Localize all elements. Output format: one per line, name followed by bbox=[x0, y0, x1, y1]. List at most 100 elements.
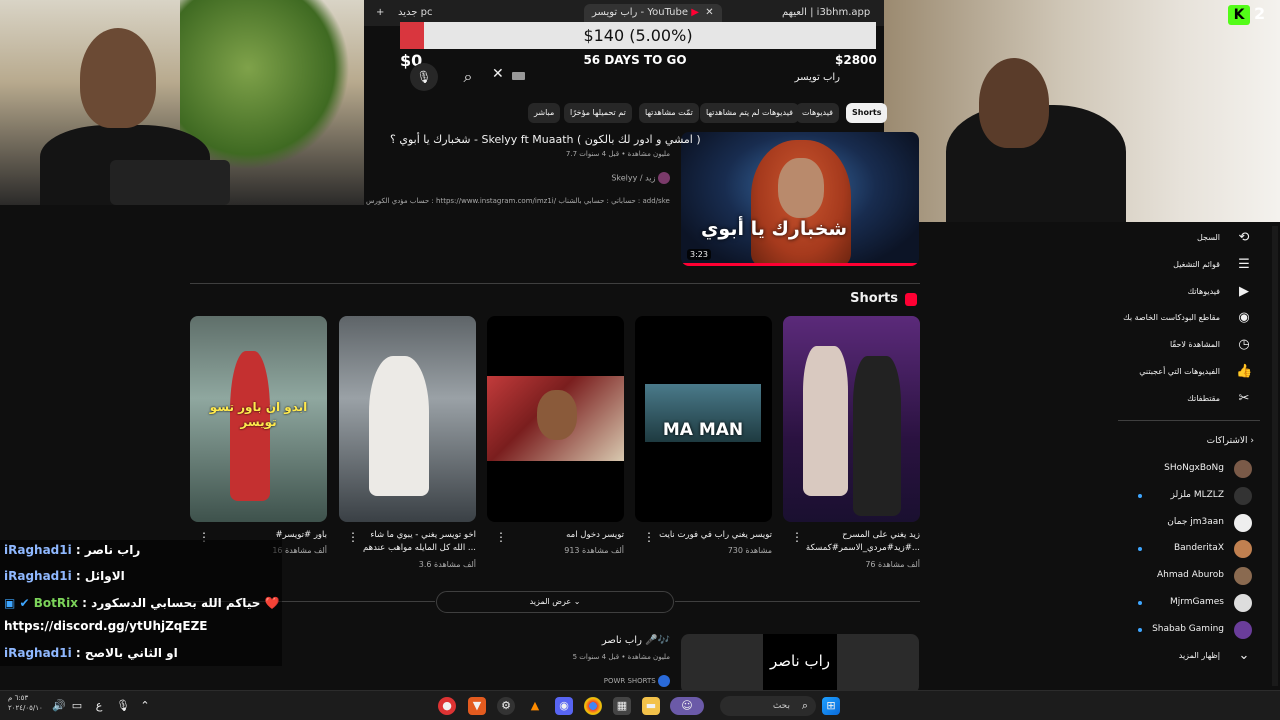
brave-icon[interactable]: ▼ bbox=[468, 697, 486, 715]
short-title[interactable]: تويسر يغني راب في فورت نايت bbox=[652, 529, 772, 542]
more-options-icon[interactable]: ⋮ bbox=[791, 530, 803, 544]
language-indicator[interactable]: ع bbox=[90, 697, 108, 715]
search-input[interactable] bbox=[530, 66, 840, 88]
microphone bbox=[110, 160, 230, 205]
subscription-item[interactable]: Ahmad Aburob bbox=[1130, 566, 1260, 588]
video-thumbnail[interactable]: شخبارك يا أبوي 3:23 bbox=[681, 132, 919, 266]
short-title[interactable]: زيد يغني على المسرح #زيد#مردي_الاسمر#كمس… bbox=[800, 529, 920, 555]
short-title[interactable]: تويسر دخول امه bbox=[504, 529, 624, 542]
vlc-icon[interactable]: ▲ bbox=[526, 697, 544, 715]
short-2-overlay: MA MAN bbox=[662, 420, 744, 440]
subscription-item[interactable]: SHoNgxBoNg bbox=[1130, 459, 1260, 481]
sidebar-item-3[interactable]: مقاطع البودكاست الخاصة بك ◉ bbox=[1110, 308, 1260, 330]
short-card-5[interactable]: ابدو ان باور تسو تويسر bbox=[190, 316, 327, 522]
subscription-item[interactable]: جمان jm3aan bbox=[1130, 513, 1260, 535]
chat-username: iRaghad1i bbox=[4, 646, 72, 660]
plant-decoration bbox=[180, 0, 350, 170]
discord-icon[interactable]: ◉ bbox=[555, 697, 573, 715]
sidebar-divider bbox=[1118, 420, 1260, 421]
sidebar-item-4[interactable]: المشاهدة لاحقًا ◷ bbox=[1110, 335, 1260, 357]
tab-pc[interactable]: جديد pc bbox=[390, 4, 441, 22]
video-title[interactable]: شخبارك يا أبوي ؟ - Skelyy ft Muaath ( ام… bbox=[390, 133, 701, 146]
sidebar-item-1[interactable]: قوائم التشغيل ☰ bbox=[1110, 255, 1260, 277]
chip-shorts[interactable]: Shorts bbox=[846, 103, 888, 123]
sidebar-item-0[interactable]: السجل ⟲ bbox=[1110, 228, 1260, 250]
chevron-down-icon: ⌄ bbox=[1238, 648, 1250, 663]
obs-icon[interactable]: ● bbox=[438, 697, 456, 715]
new-tab-button[interactable]: + bbox=[368, 4, 392, 22]
store-icon[interactable]: ▦ bbox=[613, 697, 631, 715]
volume-icon[interactable]: 🔊 bbox=[50, 697, 68, 715]
chat-message: ▣ ✔ BotRix : حياكم الله بحسابي الدسكورد … bbox=[4, 596, 280, 610]
more-options-icon[interactable]: ⋮ bbox=[495, 530, 507, 544]
taskbar-clock[interactable]: ٦:٥٣ م ٢٠٢٤/٠٥/١٠ bbox=[8, 693, 43, 713]
folder-icon[interactable]: ▬ bbox=[642, 697, 660, 715]
tab-i3bhm[interactable]: العيهم | i3bhm.app bbox=[774, 4, 878, 22]
settings-icon[interactable]: ⚙ bbox=[497, 697, 515, 715]
subscription-label: Ahmad Aburob bbox=[1156, 570, 1224, 581]
streamer-head bbox=[80, 28, 156, 128]
subscription-item[interactable]: Shabab Gaming bbox=[1130, 620, 1260, 642]
channel-name[interactable]: Skelyy / زيد bbox=[560, 172, 670, 184]
subscription-item[interactable]: MjrmGames bbox=[1130, 593, 1260, 615]
short-card-3[interactable] bbox=[487, 316, 624, 522]
guest-head bbox=[979, 58, 1049, 148]
search-icon[interactable]: ⌕ bbox=[796, 697, 814, 715]
chip-watched[interactable]: تمّت مشاهدتها bbox=[639, 103, 699, 123]
subscription-item[interactable]: BanderitaX bbox=[1130, 539, 1260, 561]
sidebar-show-more[interactable]: إظهار المزيد ⌄ bbox=[1110, 646, 1260, 668]
kick-logo-icon: K bbox=[1228, 5, 1250, 25]
bot-badge-icon: ▣ ✔ bbox=[4, 596, 34, 610]
short-card-1[interactable] bbox=[783, 316, 920, 522]
people-icon[interactable]: ☺ bbox=[670, 697, 704, 715]
live-dot bbox=[1138, 493, 1142, 498]
thumb-face bbox=[778, 158, 824, 218]
scrollbar[interactable] bbox=[1272, 226, 1278, 686]
chip-videos[interactable]: فيديوهات bbox=[796, 103, 839, 123]
channel-avatar bbox=[1234, 620, 1252, 639]
channel-name-2[interactable]: POWR SHORTS bbox=[560, 675, 670, 687]
channel-avatar-2[interactable] bbox=[658, 675, 670, 687]
video-title-2[interactable]: راب ناصر 🎤🎶 bbox=[520, 635, 670, 646]
network-icon[interactable]: ▭ bbox=[68, 697, 86, 715]
channel-avatar[interactable] bbox=[658, 172, 670, 184]
short-card-2[interactable]: MA MAN bbox=[635, 316, 772, 522]
chip-live[interactable]: مباشر bbox=[528, 103, 561, 123]
short-1-figure bbox=[803, 346, 848, 496]
close-icon[interactable]: ✕ bbox=[492, 66, 504, 82]
mic-tray-icon[interactable]: 🎙 bbox=[114, 697, 132, 715]
more-options-icon[interactable]: ⋮ bbox=[643, 530, 655, 544]
video-thumbnail-2[interactable]: راب ناصر bbox=[681, 634, 919, 694]
goal-target-label: $2800 bbox=[835, 53, 877, 67]
windows-start-icon[interactable]: ⊞ bbox=[822, 697, 840, 715]
search-icon[interactable]: ⌕ bbox=[452, 63, 484, 91]
subscription-label: ملزلز MLZLZ bbox=[1170, 489, 1224, 500]
podcast-icon: ◉ bbox=[1238, 310, 1250, 325]
subscriptions-heading[interactable]: الاشتراكات › bbox=[1150, 436, 1254, 446]
tab-youtube[interactable]: راب تويسر - YouTube ▶ ✕ bbox=[584, 4, 722, 22]
sidebar-item-6[interactable]: مقتطفاتك ✂ bbox=[1110, 389, 1260, 411]
chip-unwatched[interactable]: فيديوهات لم يتم مشاهدتها bbox=[700, 103, 799, 123]
short-title[interactable]: اخو تويسر يغني - يبوي ما شاء الله كل الم… bbox=[356, 529, 476, 555]
chevron-up-icon[interactable]: ⌃ bbox=[136, 697, 154, 715]
chat-text: : حياكم الله بحسابي الدسكورد ❤️ bbox=[82, 596, 280, 610]
chrome-icon[interactable] bbox=[584, 697, 602, 715]
short-1-figure-2 bbox=[853, 356, 901, 516]
subscription-item[interactable]: ملزلز MLZLZ bbox=[1130, 486, 1260, 508]
mic-icon[interactable]: 🎙 bbox=[410, 63, 438, 91]
subscription-label: BanderitaX bbox=[1173, 543, 1224, 554]
subscription-label: جمان jm3aan bbox=[1167, 516, 1224, 527]
sidebar-item-label: فيديوهاتك bbox=[1187, 287, 1220, 296]
thumb-caption-2: راب ناصر bbox=[769, 652, 831, 670]
chat-username: iRaghad1i bbox=[4, 569, 72, 583]
playlist-icon: ☰ bbox=[1238, 257, 1250, 272]
sidebar-item-5[interactable]: الفيديوهات التي أعجبتني 👍 bbox=[1110, 362, 1260, 384]
short-card-4[interactable] bbox=[339, 316, 476, 522]
keyboard-icon[interactable] bbox=[512, 72, 525, 80]
chip-recent[interactable]: تم تحميلها مؤخرًا bbox=[564, 103, 632, 123]
more-options-icon[interactable]: ⋮ bbox=[347, 530, 359, 544]
show-more-button[interactable]: عرض المزيد ⌄ bbox=[436, 591, 674, 613]
short-views: 3.6 ألف مشاهدة bbox=[418, 560, 476, 569]
sidebar-item-2[interactable]: فيديوهاتك ▶ bbox=[1110, 282, 1260, 304]
sidebar-item-label: المشاهدة لاحقًا bbox=[1169, 340, 1220, 349]
